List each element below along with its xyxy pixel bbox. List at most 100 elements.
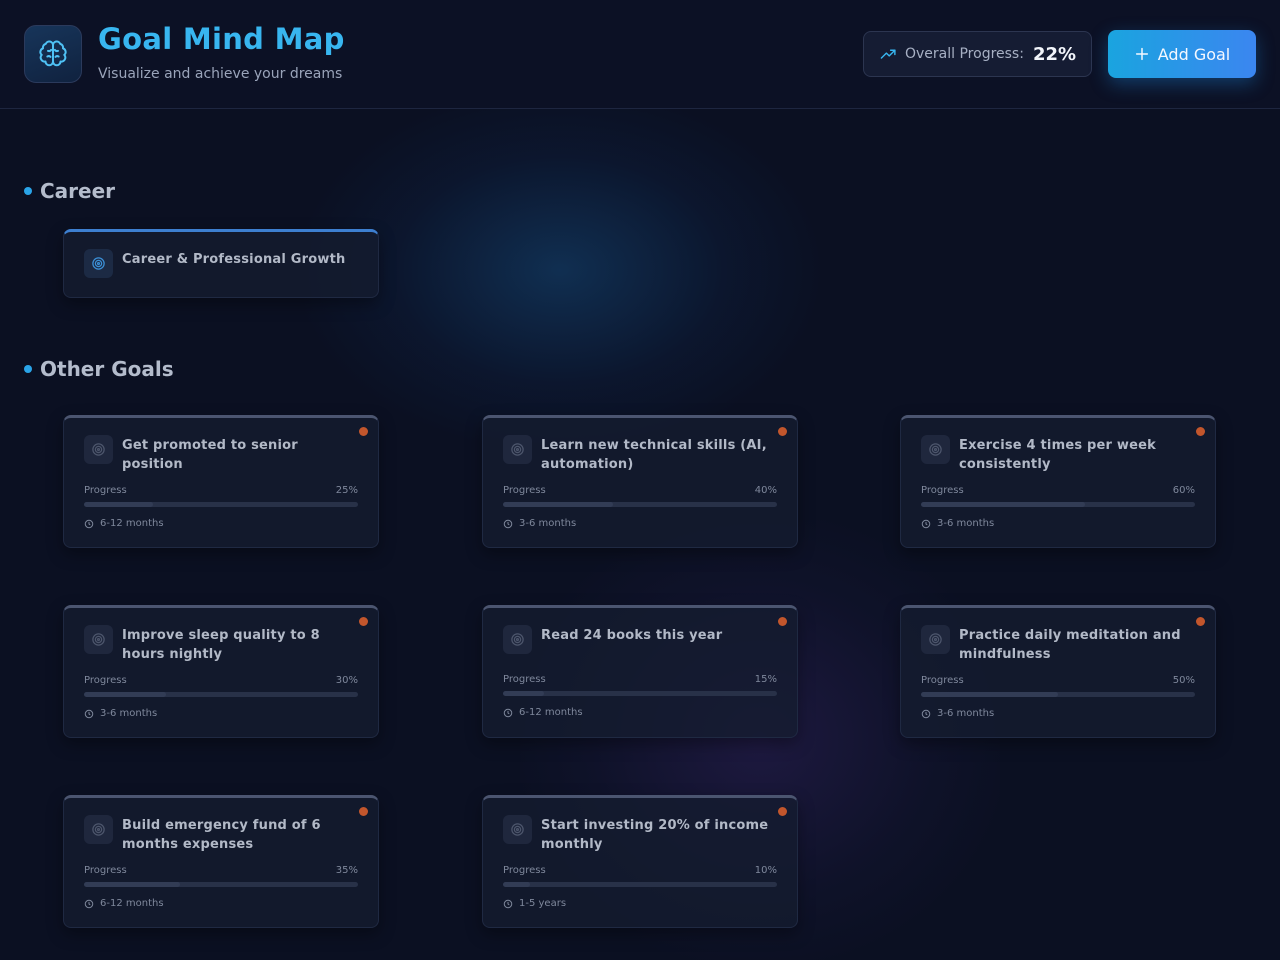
- status-dot: [359, 427, 368, 436]
- add-goal-button[interactable]: Add Goal: [1108, 30, 1256, 78]
- goal-title: Practice daily meditation and mindfulnes…: [959, 628, 1181, 662]
- goal-card[interactable]: Build emergency fund of 6 months expense…: [63, 795, 379, 928]
- progress-label: Progress: [921, 675, 964, 686]
- progress-bar: [503, 502, 777, 507]
- progress-percent: 15%: [754, 674, 777, 685]
- timeframe: 6-12 months: [519, 707, 583, 718]
- goal-card[interactable]: Start investing 20% of income monthly Pr…: [482, 795, 798, 928]
- goal-title: Get promoted to senior position: [122, 438, 298, 472]
- app-title: Goal Mind Map: [98, 22, 345, 56]
- trending-up-icon: [880, 46, 897, 63]
- progress-bar: [84, 502, 358, 507]
- progress-label: Progress: [503, 485, 546, 496]
- progress-fill: [84, 692, 167, 697]
- section-dot: [24, 187, 32, 195]
- timeframe: 3-6 months: [100, 708, 158, 719]
- progress-bar: [84, 882, 358, 887]
- status-dot: [359, 617, 368, 626]
- goal-title: Career & Professional Growth: [122, 252, 346, 267]
- section-dot: [24, 365, 32, 373]
- progress-fill: [921, 502, 1086, 507]
- progress-bar: [921, 502, 1195, 507]
- timeframe: 3-6 months: [519, 518, 577, 529]
- timeframe: 6-12 months: [100, 898, 164, 909]
- section-title-text: Career: [40, 179, 116, 203]
- clock-icon: [84, 519, 94, 529]
- goal-card[interactable]: Get promoted to senior position Progress…: [63, 415, 379, 548]
- progress-bar: [921, 692, 1195, 697]
- progress-bar: [84, 692, 358, 697]
- timeframe: 3-6 months: [937, 708, 995, 719]
- clock-icon: [921, 709, 931, 719]
- progress-label: Progress: [84, 675, 127, 686]
- clock-icon: [921, 519, 931, 529]
- timeframe: 3-6 months: [937, 518, 995, 529]
- progress-bar: [503, 882, 777, 887]
- progress-fill: [503, 691, 545, 696]
- progress-fill: [503, 882, 531, 887]
- add-goal-label: Add Goal: [1157, 44, 1231, 64]
- timeframe: 1-5 years: [519, 898, 567, 909]
- target-icon: [503, 435, 532, 464]
- progress-fill: [503, 502, 613, 507]
- target-icon: [84, 435, 113, 464]
- status-dot: [778, 807, 787, 816]
- plus-icon: [1134, 46, 1150, 62]
- progress-label: Progress: [503, 865, 546, 876]
- progress-fill: [921, 692, 1058, 697]
- goal-title: Start investing 20% of income monthly: [541, 818, 769, 852]
- status-dot: [778, 617, 787, 626]
- status-dot: [1196, 427, 1205, 436]
- target-icon: [503, 815, 532, 844]
- goal-card[interactable]: Practice daily meditation and mindfulnes…: [900, 605, 1216, 738]
- app-subtitle: Visualize and achieve your dreams: [98, 66, 343, 82]
- progress-percent: 40%: [754, 485, 777, 496]
- section-title-career: Career: [24, 179, 115, 203]
- clock-icon: [84, 709, 94, 719]
- goal-title: Learn new technical skills (AI, automati…: [541, 438, 767, 472]
- progress-percent: 30%: [335, 675, 358, 686]
- clock-icon: [503, 899, 513, 909]
- progress-fill: [84, 502, 153, 507]
- target-icon: [503, 625, 532, 654]
- overall-progress-value: 22%: [1032, 43, 1077, 65]
- app-header: Goal Mind Map Visualize and achieve your…: [0, 0, 1280, 109]
- goal-title: Exercise 4 times per week consistently: [959, 438, 1156, 472]
- progress-percent: 60%: [1172, 485, 1195, 496]
- timeframe: 6-12 months: [100, 518, 164, 529]
- clock-icon: [84, 899, 94, 909]
- goal-title: Build emergency fund of 6 months expense…: [122, 818, 321, 852]
- section-title-text: Other Goals: [40, 357, 174, 381]
- progress-label: Progress: [503, 674, 546, 685]
- progress-percent: 50%: [1172, 675, 1195, 686]
- target-icon: [84, 249, 113, 278]
- progress-bar: [503, 691, 777, 696]
- goal-card[interactable]: Read 24 books this year Progress 15% 6-1…: [482, 605, 798, 738]
- goal-card[interactable]: Learn new technical skills (AI, automati…: [482, 415, 798, 548]
- status-dot: [1196, 617, 1205, 626]
- clock-icon: [503, 519, 513, 529]
- section-title-other-goals: Other Goals: [24, 357, 174, 381]
- target-icon: [921, 435, 950, 464]
- progress-percent: 10%: [754, 865, 777, 876]
- goal-card[interactable]: Improve sleep quality to 8 hours nightly…: [63, 605, 379, 738]
- overall-progress-label: Overall Progress:: [905, 46, 1024, 62]
- progress-label: Progress: [84, 485, 127, 496]
- overall-progress-indicator: Overall Progress: 22%: [863, 31, 1092, 77]
- goal-card-career[interactable]: Career & Professional Growth: [63, 229, 379, 298]
- goal-card[interactable]: Exercise 4 times per week consistently P…: [900, 415, 1216, 548]
- brain-icon: [24, 25, 82, 83]
- status-dot: [778, 427, 787, 436]
- clock-icon: [503, 708, 513, 718]
- progress-label: Progress: [921, 485, 964, 496]
- progress-fill: [84, 882, 180, 887]
- goal-title: Improve sleep quality to 8 hours nightly: [122, 628, 320, 662]
- status-dot: [359, 807, 368, 816]
- goal-title: Read 24 books this year: [541, 628, 723, 643]
- progress-percent: 35%: [335, 865, 358, 876]
- target-icon: [84, 625, 113, 654]
- progress-label: Progress: [84, 865, 127, 876]
- target-icon: [84, 815, 113, 844]
- progress-percent: 25%: [335, 485, 358, 496]
- target-icon: [921, 625, 950, 654]
